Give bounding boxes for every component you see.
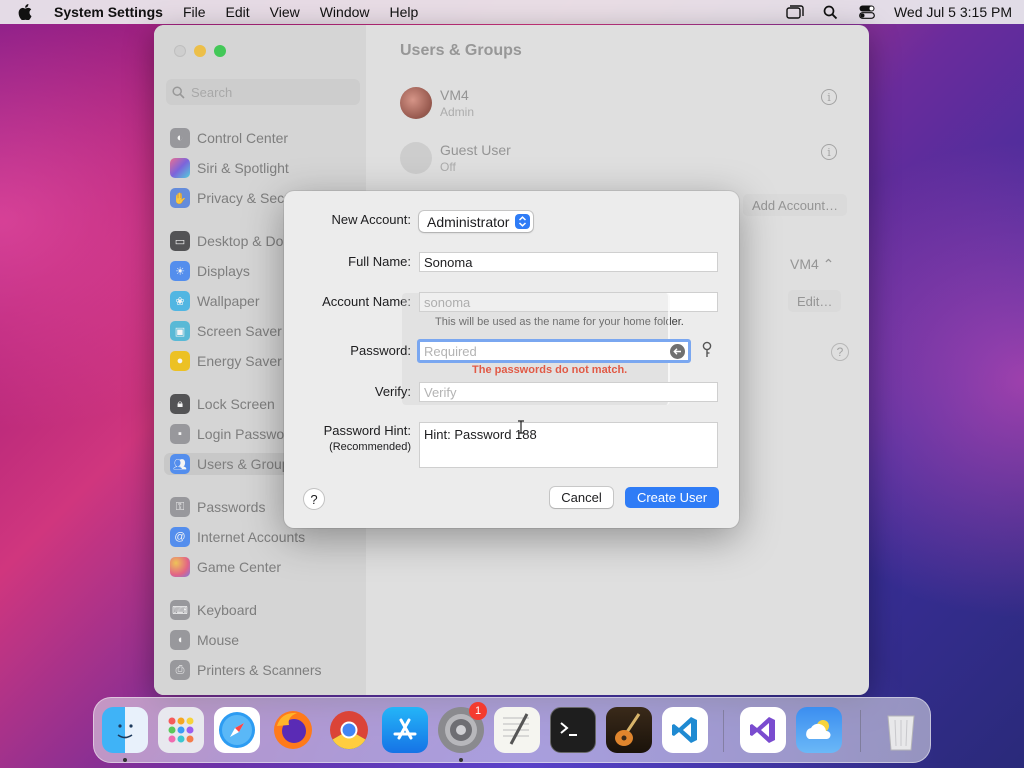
menu-help[interactable]: Help <box>390 4 419 20</box>
running-indicator <box>459 758 463 762</box>
dock <box>93 697 931 763</box>
terminal-icon[interactable] <box>550 707 596 753</box>
menu-view[interactable]: View <box>270 4 300 20</box>
menu-edit[interactable]: Edit <box>226 4 250 20</box>
textedit-icon[interactable] <box>494 707 540 753</box>
notification-badge: 1 <box>469 702 487 720</box>
vscode-icon[interactable] <box>662 707 708 753</box>
menu-window[interactable]: Window <box>320 4 370 20</box>
new-account-label: New Account: <box>331 212 412 227</box>
garageband-icon[interactable] <box>606 707 652 753</box>
verify-label: Verify: <box>374 384 411 399</box>
weather-icon[interactable] <box>796 707 842 753</box>
verify-field[interactable]: Verify <box>419 382 718 402</box>
firefox-icon[interactable] <box>270 707 316 753</box>
password-field[interactable]: Required <box>417 339 691 363</box>
cancel-button[interactable]: Cancel <box>550 487 613 508</box>
full-name-label: Full Name: <box>348 254 411 269</box>
password-hint-recommended: (Recommended) <box>329 441 411 453</box>
spotlight-search-icon[interactable] <box>822 4 840 20</box>
password-error-message: The passwords do not match. <box>472 364 628 376</box>
menu-app-name[interactable]: System Settings <box>54 4 163 20</box>
password-assistant-key-icon[interactable] <box>700 341 714 359</box>
dock-separator <box>723 710 724 752</box>
control-center-icon[interactable] <box>858 4 876 20</box>
chrome-icon[interactable] <box>326 707 372 753</box>
password-label: Password: <box>350 343 411 358</box>
password-hint-label: Password Hint: <box>323 423 411 438</box>
password-hint-field[interactable]: Hint: Password 188 <box>419 422 718 468</box>
account-type-value: Administrator <box>427 213 510 230</box>
menu-clock[interactable]: Wed Jul 5 3:15 PM <box>894 4 1012 20</box>
create-user-button[interactable]: Create User <box>625 487 719 508</box>
password-placeholder: Required <box>424 343 477 359</box>
popup-arrows-icon <box>515 214 531 229</box>
dock-separator <box>860 710 861 752</box>
menu-bar: System Settings File Edit View Window He… <box>0 0 1024 24</box>
app-store-icon[interactable] <box>382 707 428 753</box>
menu-file[interactable]: File <box>183 4 206 20</box>
account-type-popup[interactable]: Administrator <box>419 211 534 232</box>
stage-manager-icon[interactable] <box>786 4 804 20</box>
running-indicator <box>123 758 127 762</box>
text-cursor-icon <box>518 420 524 434</box>
account-name-label: Account Name: <box>322 294 411 309</box>
new-account-dialog: New Account: Administrator Full Name: So… <box>284 191 739 528</box>
clear-arrow-icon[interactable] <box>670 344 685 359</box>
visual-studio-icon[interactable] <box>740 707 786 753</box>
apple-menu-icon[interactable] <box>18 4 34 20</box>
full-name-field[interactable]: Sonoma <box>419 252 718 272</box>
launchpad-icon[interactable] <box>158 707 204 753</box>
trash-icon[interactable] <box>878 707 924 753</box>
safari-icon[interactable] <box>214 707 260 753</box>
help-button[interactable]: ? <box>304 489 324 509</box>
finder-icon[interactable] <box>102 707 148 753</box>
